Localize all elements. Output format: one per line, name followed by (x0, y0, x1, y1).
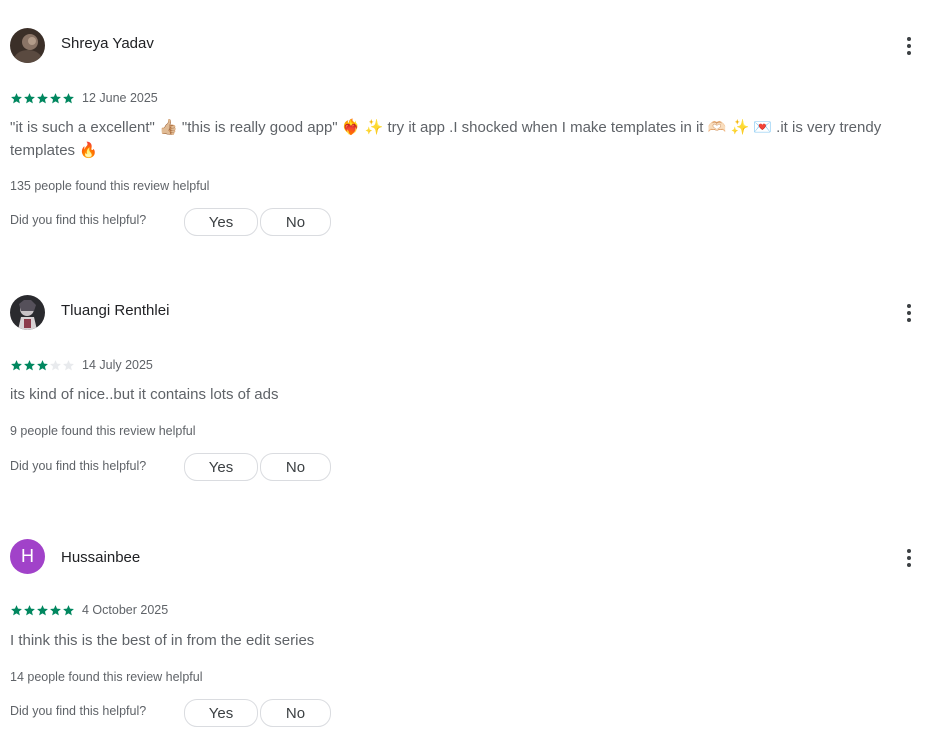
star-filled-icon (11, 359, 22, 370)
review-date: 12 June 2025 (82, 91, 158, 105)
review-date: 14 July 2025 (82, 358, 153, 372)
review-date: 4 October 2025 (82, 603, 169, 617)
more-vert-icon-dot (907, 51, 911, 55)
rating-row: 14 July 2025 (10, 357, 153, 373)
review-text: I think this is the best of in from the … (10, 632, 315, 649)
star-filled-icon (37, 359, 48, 370)
helpful-count: 9 people found this review helpful (10, 424, 196, 438)
reviewer-name: Hussainbee (61, 549, 141, 566)
helpful-question: Did you find this helpful? (10, 213, 147, 227)
more-vert-icon-dot (907, 311, 911, 315)
more-options-button[interactable] (897, 542, 921, 574)
reviewer-name: Shreya Yadav (61, 35, 154, 52)
helpful-count: 14 people found this review helpful (10, 670, 203, 684)
avatar-letter: H (21, 546, 34, 566)
more-options-button[interactable] (897, 297, 921, 329)
helpful-question: Did you find this helpful? (10, 459, 147, 473)
review-text: "it is such a excellent" 👍🏼 "this is rea… (10, 119, 882, 159)
more-vert-icon (907, 304, 911, 308)
helpful-yes-button[interactable]: Yes (184, 699, 258, 727)
reviewer-avatar: H (10, 539, 45, 574)
star-filled-icon (37, 92, 48, 103)
more-vert-icon-dot (907, 563, 911, 567)
star-empty-icon (50, 359, 61, 370)
more-options-button[interactable] (897, 30, 921, 62)
reviewer-name: Tluangi Renthlei (61, 302, 170, 319)
star-empty-icon (63, 359, 74, 370)
more-vert-icon (907, 549, 911, 553)
star-filled-icon (24, 604, 35, 615)
reviewer-avatar (10, 28, 45, 63)
reviewer-avatar (10, 295, 45, 330)
star-rating (10, 359, 75, 372)
helpful-yes-button[interactable]: Yes (184, 208, 258, 236)
star-filled-icon (24, 359, 35, 370)
star-rating (10, 604, 75, 617)
helpful-no-button[interactable]: No (260, 208, 331, 236)
star-filled-icon (50, 604, 61, 615)
rating-row: 12 June 2025 (10, 90, 158, 106)
helpful-yes-button[interactable]: Yes (184, 453, 258, 481)
helpful-no-button[interactable]: No (260, 453, 331, 481)
review-text: its kind of nice..but it contains lots o… (10, 386, 279, 403)
helpful-question: Did you find this helpful? (10, 704, 147, 718)
rating-row: 4 October 2025 (10, 602, 168, 618)
star-filled-icon (63, 604, 74, 615)
more-vert-icon-dot (907, 556, 911, 560)
star-filled-icon (11, 92, 22, 103)
star-filled-icon (11, 604, 22, 615)
more-vert-icon-dot (907, 44, 911, 48)
star-filled-icon (50, 92, 61, 103)
star-rating (10, 92, 75, 105)
star-filled-icon (63, 92, 74, 103)
more-vert-icon-dot (907, 318, 911, 322)
star-filled-icon (37, 604, 48, 615)
star-filled-icon (24, 92, 35, 103)
helpful-no-button[interactable]: No (260, 699, 331, 727)
helpful-count: 135 people found this review helpful (10, 179, 210, 193)
more-vert-icon (907, 37, 911, 41)
